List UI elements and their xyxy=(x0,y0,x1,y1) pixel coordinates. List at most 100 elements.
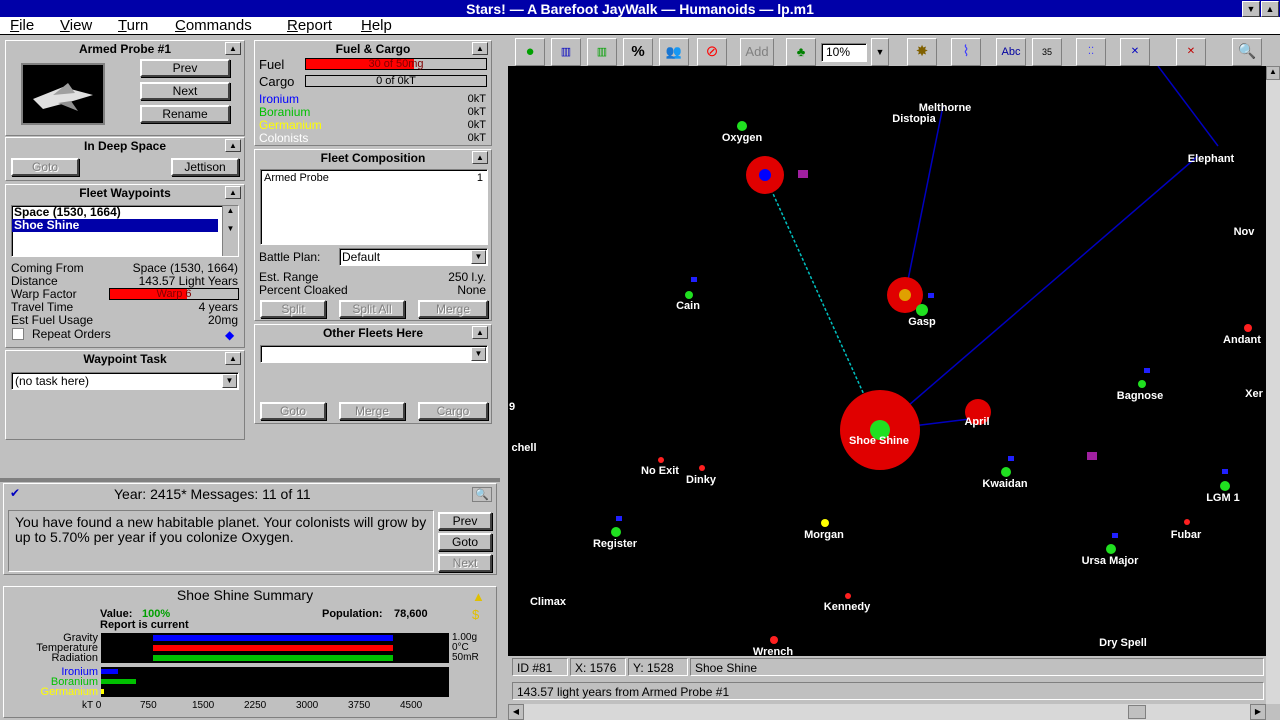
planet-view-icon[interactable]: ♣ xyxy=(786,38,816,66)
enemy-filter-icon[interactable]: ✕ xyxy=(1176,38,1206,66)
jettison-button[interactable]: Jettison xyxy=(171,158,239,176)
collapse-icon[interactable]: ▲ xyxy=(472,42,488,55)
waypoint-scrollbar[interactable]: ▲ ▼ xyxy=(222,206,238,256)
planet-label[interactable]: Shoe Shine xyxy=(849,435,909,447)
menu-help[interactable]: Help xyxy=(361,17,392,35)
merge-button[interactable]: Merge xyxy=(418,300,488,318)
battle-plan-dropdown[interactable]: Default ▼ xyxy=(339,248,488,266)
splitter[interactable] xyxy=(0,478,500,482)
concentration-icon[interactable]: ▥ xyxy=(587,38,617,66)
find-icon[interactable]: 🔍 xyxy=(1232,38,1262,66)
menu-report[interactable]: Report xyxy=(287,17,332,35)
planet-label[interactable]: Kwaidan xyxy=(982,478,1027,490)
waypoint-item-selected[interactable]: Shoe Shine xyxy=(12,219,218,232)
planet-label[interactable]: Xer xyxy=(1245,388,1263,400)
repeat-orders-checkbox[interactable] xyxy=(12,328,24,340)
diamond-icon[interactable]: ◆ xyxy=(225,328,234,342)
split-button[interactable]: Split xyxy=(260,300,326,318)
waypoint-list[interactable]: Space (1530, 1664) Shoe Shine ▲ ▼ xyxy=(11,205,239,257)
checkmark-icon[interactable]: ✔ xyxy=(10,486,20,500)
planet-label[interactable]: Kennedy xyxy=(824,601,870,613)
planet-label[interactable]: Elephant xyxy=(1188,153,1234,165)
planet-label[interactable]: Gasp xyxy=(908,316,936,328)
fleet-filter-icon[interactable]: ⁚⁚ xyxy=(1076,38,1106,66)
percent-icon[interactable]: % xyxy=(623,38,653,66)
status-object-name: Shoe Shine xyxy=(690,658,1264,676)
other-goto-button[interactable]: Goto xyxy=(260,402,326,420)
planet-label[interactable]: Wrench xyxy=(753,646,793,656)
dropdown-arrow-icon[interactable]: ▼ xyxy=(471,250,486,264)
add-waypoint-button[interactable]: Add xyxy=(740,38,774,66)
other-cargo-button[interactable]: Cargo xyxy=(418,402,488,420)
planet-label[interactable]: Register xyxy=(593,538,637,550)
message-next-button[interactable]: Next xyxy=(438,554,492,572)
minimize-button[interactable]: ▼ xyxy=(1242,1,1260,17)
minefield-icon[interactable]: ✸ xyxy=(907,38,937,66)
zoom-arrow-icon[interactable]: ▼ xyxy=(871,38,889,66)
collapse-icon[interactable]: ▲ xyxy=(225,139,241,152)
fleet-panel: Armed Probe #1 ▲ Prev Next Rename xyxy=(5,40,245,136)
menu-file[interactable]: File xyxy=(10,17,34,35)
friendly-filter-icon[interactable]: ✕ xyxy=(1120,38,1150,66)
other-fleets-dropdown[interactable]: ▼ xyxy=(260,345,488,363)
summary-mineral-bar xyxy=(101,679,136,684)
collapse-icon[interactable]: ▲ xyxy=(472,326,488,339)
planet-label[interactable]: April xyxy=(964,416,989,428)
planet-label[interactable]: Distopia xyxy=(892,113,935,125)
vertical-scrollbar[interactable]: ▲ xyxy=(1266,66,1280,704)
task-dropdown[interactable]: (no task here) ▼ xyxy=(11,372,239,390)
labels-icon[interactable]: Abc xyxy=(996,38,1026,66)
star-map[interactable]: Melthorne Distopia Oxygen Elephant Nov Cain Ga… xyxy=(508,66,1266,656)
planet-label[interactable]: 9 xyxy=(509,401,515,413)
location-panel: In Deep Space ▲ Goto Jettison xyxy=(5,137,245,181)
population-icon[interactable]: 👥 xyxy=(659,38,689,66)
planet-label[interactable]: Oxygen xyxy=(722,132,762,144)
magnifier-icon[interactable]: 🔍 xyxy=(472,487,492,502)
planet-label[interactable]: LGM 1 xyxy=(1206,492,1240,504)
cargo-mineral-name: Colonists xyxy=(259,131,309,145)
paths-icon[interactable]: ⌇ xyxy=(951,38,981,66)
zoom-dropdown[interactable]: 10% xyxy=(821,43,867,62)
goto-button[interactable]: Goto xyxy=(11,158,79,176)
menu-view[interactable]: View xyxy=(60,17,92,35)
collapse-icon[interactable]: ▲ xyxy=(225,352,241,365)
planet-label[interactable]: Dry Spell xyxy=(1099,637,1147,649)
planet-label[interactable]: Dinky xyxy=(686,474,716,486)
planet-label[interactable]: Nov xyxy=(1234,226,1255,238)
planet-label[interactable]: chell xyxy=(511,442,536,454)
planet-arrow-icon[interactable]: ▲ xyxy=(472,589,485,604)
planet-label[interactable]: Cain xyxy=(676,300,700,312)
ship-list[interactable]: Armed Probe 1 xyxy=(260,169,488,245)
warp-slider[interactable]: Warp 6 xyxy=(109,288,239,300)
planet-label[interactable]: Fubar xyxy=(1171,529,1202,541)
planet-label[interactable]: Bagnose xyxy=(1117,390,1163,402)
menu-commands[interactable]: Commands xyxy=(175,17,252,35)
ship-count-icon[interactable]: 35 xyxy=(1032,38,1062,66)
rename-button[interactable]: Rename xyxy=(140,105,230,123)
dropdown-arrow-icon[interactable]: ▼ xyxy=(471,347,486,361)
prev-fleet-button[interactable]: Prev xyxy=(140,59,230,77)
planet-label[interactable]: Andant xyxy=(1223,334,1261,346)
planet-label[interactable]: No Exit xyxy=(641,465,679,477)
collapse-icon[interactable]: ▲ xyxy=(225,186,241,199)
other-merge-button[interactable]: Merge xyxy=(339,402,405,420)
collapse-icon[interactable]: ▲ xyxy=(225,42,241,55)
planet-label[interactable]: Morgan xyxy=(804,529,844,541)
planet-label[interactable]: Ursa Major xyxy=(1082,555,1139,567)
menu-turn[interactable]: Turn xyxy=(118,17,148,35)
cargo-bar[interactable]: 0 of 0kT xyxy=(305,75,487,87)
message-goto-button[interactable]: Goto xyxy=(438,533,492,551)
ship-name[interactable]: Armed Probe xyxy=(264,172,329,185)
split-all-button[interactable]: Split All xyxy=(339,300,405,318)
surface-minerals-icon[interactable]: ▥ xyxy=(551,38,581,66)
ship-image xyxy=(21,63,105,125)
message-prev-button[interactable]: Prev xyxy=(438,512,492,530)
maximize-button[interactable]: ▲ xyxy=(1261,1,1279,17)
planet-label[interactable]: Climax xyxy=(530,596,566,608)
no-info-icon[interactable]: ⊘ xyxy=(697,38,727,66)
collapse-icon[interactable]: ▲ xyxy=(472,151,488,164)
globe-icon[interactable]: ● xyxy=(515,38,545,66)
next-fleet-button[interactable]: Next xyxy=(140,82,230,100)
dropdown-arrow-icon[interactable]: ▼ xyxy=(222,374,237,388)
horizontal-scrollbar[interactable]: ◀ ▶ xyxy=(508,704,1266,720)
